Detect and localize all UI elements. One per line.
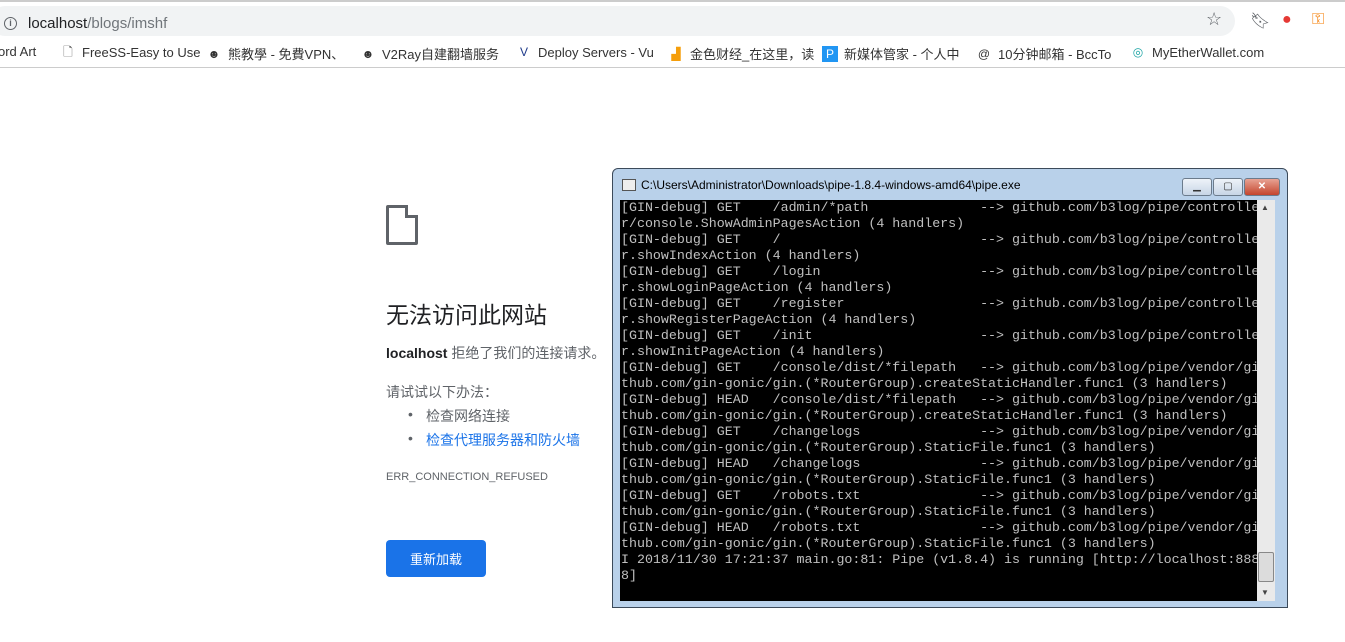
scroll-up-icon[interactable]: ▲	[1261, 203, 1269, 212]
bookmark-manager-icon[interactable]: 🔖︎	[1250, 11, 1270, 31]
at-icon: @	[977, 46, 991, 61]
console-line: [GIN-debug] GET /login --> github.com/b3…	[621, 264, 1260, 279]
url-text[interactable]: localhost/blogs/imshf	[28, 15, 167, 32]
location-extension-icon[interactable]: ●	[1282, 11, 1292, 29]
scroll-thumb[interactable]	[1258, 552, 1274, 582]
bookmark-item[interactable]: ☻ 熊教學 - 免費VPN、	[206, 44, 345, 63]
bookmarks-bar: ord Art 🗋︎ FreeSS-Easy to Use ☻ 熊教學 - 免費VPN、…	[0, 38, 1345, 68]
console-line: [GIN-debug] HEAD /robots.txt --> github.…	[621, 520, 1260, 535]
sad-page-icon	[386, 205, 418, 245]
console-line: r.showIndexAction (4 handlers)	[621, 248, 861, 263]
error-host: localhost	[386, 345, 448, 361]
error-message-text: 拒绝了我们的连接请求。	[447, 345, 606, 361]
console-lines: [GIN-debug] GET /admin/*path --> github.…	[621, 200, 1259, 584]
vultr-icon: V	[519, 45, 528, 59]
console-line: [GIN-debug] GET /admin/*path --> github.…	[621, 200, 1260, 215]
bookmark-label: FreeSS-Easy to Use	[82, 44, 201, 60]
url-host: localhost	[28, 15, 88, 32]
console-line: r.showLoginPageAction (4 handlers)	[621, 280, 893, 295]
bookmark-label: 熊教學 - 免費VPN、	[228, 47, 345, 62]
console-line: [GIN-debug] HEAD /changelogs --> github.…	[621, 456, 1260, 471]
console-line: [GIN-debug] HEAD /console/dist/*filepath…	[621, 392, 1260, 407]
console-line: thub.com/gin-gonic/gin.(*RouterGroup).St…	[621, 472, 1156, 487]
suggestion-text: 检查网络连接	[426, 408, 510, 424]
try-heading: 请试试以下办法：	[386, 384, 498, 400]
bookmark-label: V2Ray自建翻墙服务	[382, 47, 500, 62]
bookmark-item[interactable]: ☻ V2Ray自建翻墙服务	[360, 44, 499, 63]
bookmark-item[interactable]: ord Art	[0, 44, 36, 59]
console-output[interactable]: [GIN-debug] GET /admin/*path --> github.…	[620, 200, 1275, 601]
console-line: thub.com/gin-gonic/gin.(*RouterGroup).St…	[621, 536, 1156, 551]
address-bar[interactable]: i localhost/blogs/imshf	[0, 6, 1235, 36]
bookmark-item[interactable]: 🗋︎ FreeSS-Easy to Use	[60, 44, 201, 60]
console-scrollbar[interactable]: ▲ ▼	[1257, 200, 1275, 601]
console-line: I 2018/11/30 17:21:37 main.go:81: Pipe (…	[621, 552, 1260, 567]
console-line: [GIN-debug] GET /robots.txt --> github.c…	[621, 488, 1260, 503]
bookmark-item[interactable]: V Deploy Servers - Vu	[516, 44, 654, 60]
console-line: r/console.ShowAdminPagesAction (4 handle…	[621, 216, 965, 231]
jinse-icon: ▟	[671, 46, 681, 61]
bookmark-label: MyEtherWallet.com	[1152, 44, 1265, 60]
bookmark-item[interactable]: ▟ 金色财经_在这里，读	[668, 44, 814, 63]
avatar-icon: ☻	[207, 46, 221, 61]
console-line: [GIN-debug] GET /console/dist/*filepath …	[621, 360, 1260, 375]
console-title: C:\Users\Administrator\Downloads\pipe-1.…	[641, 178, 1021, 192]
error-message: localhost 拒绝了我们的连接请求。	[386, 343, 605, 363]
url-path: /blogs/imshf	[87, 15, 168, 32]
close-button[interactable]: ✕	[1244, 178, 1280, 196]
console-app-icon	[622, 179, 636, 191]
bookmark-star-icon[interactable]: ☆	[1206, 9, 1222, 30]
console-line: r.showRegisterPageAction (4 handlers)	[621, 312, 917, 327]
bookmark-label: 金色财经_在这里，读	[690, 47, 815, 62]
console-line: 8]	[621, 568, 637, 583]
error-title: 无法访问此网站	[386, 302, 547, 328]
bookmark-item[interactable]: P 新媒体管家 - 个人中	[822, 44, 960, 63]
bookmark-label: 新媒体管家 - 个人中	[844, 47, 960, 62]
suggestion-link[interactable]: 检查代理服务器和防火墙	[426, 432, 580, 448]
suggestion-check-proxy[interactable]: 检查代理服务器和防火墙	[408, 430, 580, 450]
console-line: [GIN-debug] GET /changelogs --> github.c…	[621, 424, 1260, 439]
maximize-button[interactable]: ▢	[1213, 178, 1243, 196]
console-window: C:\Users\Administrator\Downloads\pipe-1.…	[612, 168, 1288, 608]
p-icon: P	[822, 45, 838, 62]
key-extension-icon[interactable]: ⚿	[1312, 11, 1324, 29]
console-line: r.showInitPageAction (4 handlers)	[621, 344, 885, 359]
mew-icon: ◎	[1132, 45, 1144, 59]
avatar-icon: ☻	[361, 46, 375, 61]
bookmark-item[interactable]: @10分钟邮箱 - BccTo	[976, 44, 1112, 63]
suggestion-check-network: 检查网络连接	[408, 406, 510, 426]
error-code: ERR_CONNECTION_REFUSED	[386, 471, 548, 483]
page-icon: 🗋︎	[63, 45, 73, 59]
bookmark-label: 10分钟邮箱 - BccTo	[998, 47, 1112, 62]
bookmark-label: Deploy Servers - Vu	[538, 44, 654, 60]
scroll-down-icon[interactable]: ▼	[1261, 588, 1269, 597]
console-line: [GIN-debug] GET /register --> github.com…	[621, 296, 1260, 311]
bookmark-item[interactable]: ◎ MyEtherWallet.com	[1130, 44, 1264, 60]
console-line: [GIN-debug] GET / --> github.com/b3log/p…	[621, 232, 1260, 247]
console-line: thub.com/gin-gonic/gin.(*RouterGroup).cr…	[621, 376, 1228, 391]
console-line: thub.com/gin-gonic/gin.(*RouterGroup).St…	[621, 440, 1156, 455]
reload-button[interactable]: 重新加载	[386, 540, 486, 577]
console-line: thub.com/gin-gonic/gin.(*RouterGroup).St…	[621, 504, 1156, 519]
browser-toolbar: i localhost/blogs/imshf ☆ 🔖︎ ● ⚿	[0, 0, 1345, 38]
minimize-button[interactable]: ▁	[1182, 178, 1212, 196]
bookmark-label: ord Art	[0, 44, 37, 59]
console-line: [GIN-debug] GET /init --> github.com/b3l…	[621, 328, 1260, 343]
console-line: thub.com/gin-gonic/gin.(*RouterGroup).cr…	[621, 408, 1228, 423]
info-icon[interactable]: i	[4, 17, 17, 30]
